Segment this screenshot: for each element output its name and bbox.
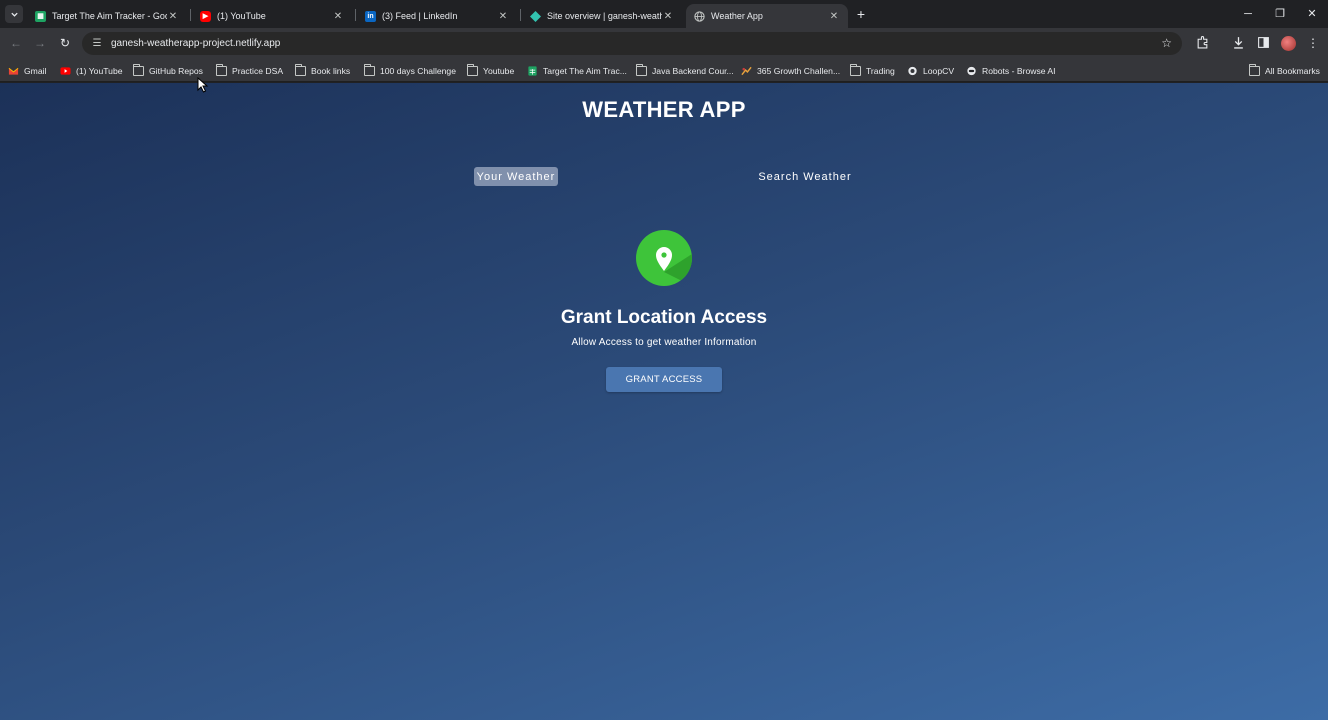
browser-tab-weather-app[interactable]: Weather App ✕ bbox=[686, 4, 848, 28]
tab-separator bbox=[190, 9, 191, 21]
close-tab-icon[interactable]: ✕ bbox=[497, 11, 509, 22]
folder-icon bbox=[636, 64, 647, 76]
bookmark-label: Book links bbox=[311, 65, 351, 76]
profile-avatar[interactable] bbox=[1281, 36, 1296, 51]
menu-kebab-icon[interactable]: ⋮ bbox=[1306, 36, 1320, 50]
folder-icon bbox=[216, 64, 227, 76]
bookmark-target-aim[interactable]: Target The Aim Trac... bbox=[527, 63, 627, 78]
reload-icon[interactable]: ↻ bbox=[58, 36, 72, 50]
tab-separator bbox=[520, 9, 521, 21]
bookmark-label: Practice DSA bbox=[232, 65, 284, 76]
netlify-icon bbox=[530, 10, 541, 22]
close-window-icon[interactable]: ✕ bbox=[1305, 6, 1319, 22]
bookmark-label: LoopCV bbox=[923, 65, 955, 76]
linkedin-icon: in bbox=[365, 10, 376, 22]
close-tab-icon[interactable]: ✕ bbox=[662, 11, 674, 22]
mouse-cursor-icon bbox=[197, 77, 209, 93]
close-tab-icon[interactable]: ✕ bbox=[167, 11, 179, 22]
tab-your-weather[interactable]: Your Weather bbox=[474, 167, 558, 186]
bookmark-trading[interactable]: Trading bbox=[850, 63, 895, 78]
bookmark-label: GitHub Repos bbox=[149, 65, 203, 76]
folder-icon bbox=[1249, 64, 1260, 76]
tab-title: (3) Feed | LinkedIn bbox=[382, 11, 458, 21]
bookmark-label: Robots - Browse AI bbox=[982, 65, 1056, 76]
restore-icon[interactable]: ❐ bbox=[1273, 6, 1287, 22]
grant-subtext: Allow Access to get weather Information bbox=[571, 337, 757, 348]
browser-tab-linkedin[interactable]: in (3) Feed | LinkedIn ✕ bbox=[357, 4, 517, 28]
bookmark-label: Gmail bbox=[24, 65, 47, 76]
close-tab-icon[interactable]: ✕ bbox=[332, 11, 344, 22]
bookmark-label: All Bookmarks bbox=[1265, 65, 1320, 76]
tab-title: Site overview | ganesh-weathe bbox=[547, 11, 662, 21]
bookmark-java-backend[interactable]: Java Backend Cour... bbox=[636, 63, 734, 78]
folder-icon bbox=[133, 64, 144, 76]
growth-icon bbox=[741, 66, 752, 75]
all-bookmarks[interactable]: All Bookmarks bbox=[1249, 63, 1320, 78]
chevron-down-icon bbox=[10, 12, 18, 17]
address-bar[interactable]: ☰ ganesh-weatherapp-project.netlify.app … bbox=[82, 32, 1182, 55]
bookmark-365-growth[interactable]: 365 Growth Challen... bbox=[741, 63, 840, 78]
bookmark-youtube-folder[interactable]: Youtube bbox=[467, 63, 514, 78]
youtube-icon: ▶ bbox=[200, 10, 211, 22]
bookmark-book-links[interactable]: Book links bbox=[295, 63, 350, 78]
page-viewport: WEATHER APP Your Weather Search Weather … bbox=[0, 83, 1328, 720]
location-pin-icon bbox=[636, 230, 692, 286]
bookmark-label: 100 days Challenge bbox=[380, 65, 456, 76]
folder-icon bbox=[467, 64, 478, 76]
bookmark-star-icon[interactable]: ☆ bbox=[1161, 36, 1172, 50]
browser-tab-netlify[interactable]: Site overview | ganesh-weathe ✕ bbox=[522, 4, 682, 28]
bookmark-practice-dsa[interactable]: Practice DSA bbox=[216, 63, 283, 78]
tab-search-weather[interactable]: Search Weather bbox=[757, 167, 853, 186]
bookmark-100-days[interactable]: 100 days Challenge bbox=[364, 63, 456, 78]
browse-ai-icon bbox=[967, 66, 976, 75]
youtube-icon bbox=[60, 66, 71, 75]
browser-toolbar: ← → ↻ ☰ ganesh-weatherapp-project.netlif… bbox=[0, 28, 1328, 59]
browser-tab-sheets[interactable]: ▦ Target The Aim Tracker - Googl ✕ bbox=[27, 4, 187, 28]
bookmark-label: 365 Growth Challen... bbox=[757, 65, 841, 76]
tab-search-button[interactable] bbox=[5, 5, 23, 23]
tab-title: Weather App bbox=[711, 11, 763, 21]
tab-separator bbox=[355, 9, 356, 21]
sheets-icon: ▦ bbox=[35, 10, 46, 22]
folder-icon bbox=[295, 64, 306, 76]
bookmark-label: (1) YouTube bbox=[76, 65, 123, 76]
bookmark-gmail[interactable]: Gmail bbox=[8, 63, 46, 78]
tab-title: (1) YouTube bbox=[217, 11, 266, 21]
loopcv-icon bbox=[908, 66, 917, 75]
page-title: WEATHER APP bbox=[582, 97, 746, 122]
extensions-icon[interactable] bbox=[1195, 36, 1209, 50]
side-panel-icon[interactable] bbox=[1256, 36, 1270, 50]
browser-tab-strip: ▦ Target The Aim Tracker - Googl ✕ ▶ (1)… bbox=[0, 0, 1328, 28]
new-tab-button[interactable]: + bbox=[853, 6, 869, 22]
bookmark-label: Trading bbox=[866, 65, 895, 76]
bookmark-label: Youtube bbox=[483, 65, 515, 76]
folder-icon bbox=[364, 64, 375, 76]
forward-icon[interactable]: → bbox=[33, 36, 47, 50]
download-icon[interactable] bbox=[1231, 36, 1245, 50]
sheets-icon bbox=[528, 65, 537, 76]
bookmark-loopcv[interactable]: LoopCV bbox=[907, 63, 954, 78]
grant-heading: Grant Location Access bbox=[560, 307, 768, 328]
site-settings-icon[interactable]: ☰ bbox=[90, 37, 104, 51]
bookmark-youtube[interactable]: (1) YouTube bbox=[60, 63, 123, 78]
grant-access-button[interactable]: GRANT ACCESS bbox=[606, 367, 722, 392]
tab-title: Target The Aim Tracker - Googl bbox=[52, 11, 167, 21]
bookmark-github-repos[interactable]: GitHub Repos bbox=[133, 63, 203, 78]
minimize-icon[interactable]: ─ bbox=[1241, 6, 1255, 22]
close-tab-icon[interactable]: ✕ bbox=[828, 11, 840, 22]
bookmark-browse-ai[interactable]: Robots - Browse AI bbox=[966, 63, 1056, 78]
url-text[interactable]: ganesh-weatherapp-project.netlify.app bbox=[111, 38, 280, 49]
back-icon[interactable]: ← bbox=[9, 36, 23, 50]
folder-icon bbox=[850, 64, 861, 76]
globe-icon bbox=[694, 10, 705, 22]
browser-tab-youtube[interactable]: ▶ (1) YouTube ✕ bbox=[192, 4, 352, 28]
bookmark-label: Target The Aim Trac... bbox=[543, 65, 627, 76]
gmail-icon bbox=[8, 67, 19, 75]
bookmark-label: Java Backend Cour... bbox=[652, 65, 734, 76]
